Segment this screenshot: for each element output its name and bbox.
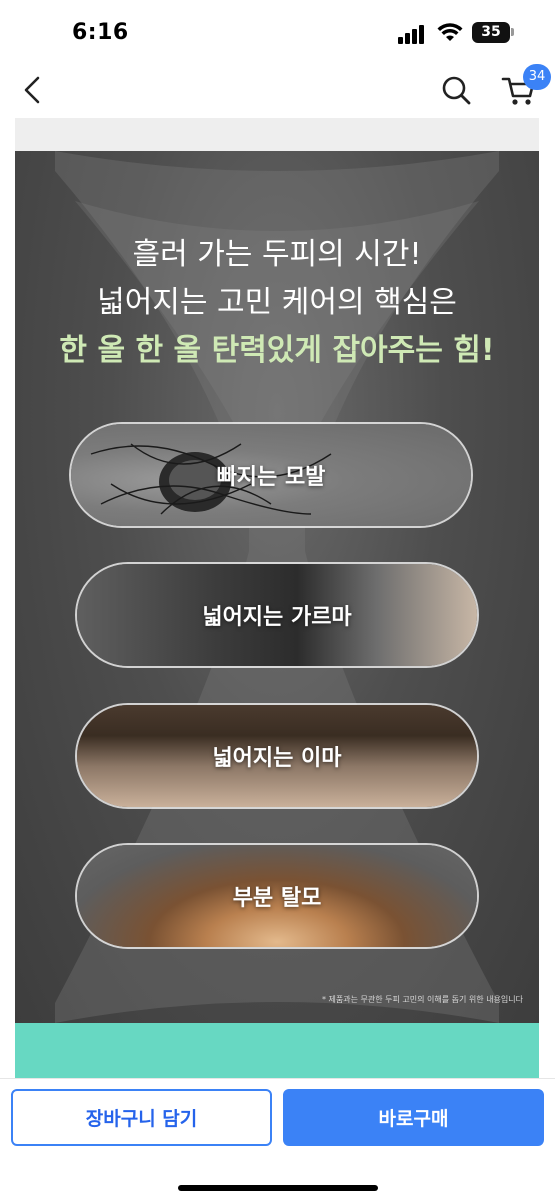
product-detail-image: 흘러 가는 두피의 시간! 넓어지는 고민 케어의 핵심은 한 올 한 올 탄력… <box>15 118 539 1078</box>
concern-partial-hair-loss: 부분 탈모 <box>75 843 479 949</box>
concern-widening-forehead: 넓어지는 이마 <box>75 703 479 809</box>
status-time: 6:16 <box>72 20 129 45</box>
concern-label-partial-hair-loss: 부분 탈모 <box>232 886 322 911</box>
battery-icon: 35 <box>472 22 510 43</box>
nav-bar <box>0 62 555 118</box>
search-icon[interactable] <box>438 72 474 108</box>
headline-line-2: 넓어지는 고민 케어의 핵심은 <box>97 285 457 320</box>
concern-label-hair-loss: 빠지는 모발 <box>216 465 326 490</box>
buy-now-button[interactable]: 바로구매 <box>283 1089 544 1146</box>
battery-cap <box>511 28 514 36</box>
scalp-concern-banner: 흘러 가는 두피의 시간! 넓어지는 고민 케어의 핵심은 한 올 한 올 탄력… <box>15 151 539 1023</box>
wifi-icon <box>437 23 463 41</box>
top-divider-strip <box>15 118 539 151</box>
concern-hair-loss: 빠지는 모발 <box>69 422 473 528</box>
cellular-signal-icon <box>398 24 426 44</box>
back-icon[interactable] <box>16 72 50 108</box>
status-bar: 6:16 35 <box>0 0 555 62</box>
disclaimer-footnote: * 제품과는 무관한 두피 고민의 이해를 돕기 위한 내용입니다 <box>322 995 523 1004</box>
headline: 흘러 가는 두피의 시간! 넓어지는 고민 케어의 핵심은 한 올 한 올 탄력… <box>15 231 539 375</box>
concern-label-widening-part: 넓어지는 가르마 <box>202 605 352 630</box>
home-indicator[interactable] <box>178 1185 378 1191</box>
headline-line-1: 흘러 가는 두피의 시간! <box>132 237 422 272</box>
concern-widening-part: 넓어지는 가르마 <box>75 562 479 668</box>
concern-label-widening-forehead: 넓어지는 이마 <box>212 746 342 771</box>
headline-accent-line: 한 올 한 올 탄력있게 잡아주는 힘! <box>59 333 495 368</box>
purchase-action-bar: 장바구니 담기 바로구매 <box>0 1078 555 1200</box>
mint-section-strip <box>15 1023 539 1078</box>
cart-count-badge: 34 <box>523 64 551 90</box>
add-to-cart-button[interactable]: 장바구니 담기 <box>11 1089 272 1146</box>
